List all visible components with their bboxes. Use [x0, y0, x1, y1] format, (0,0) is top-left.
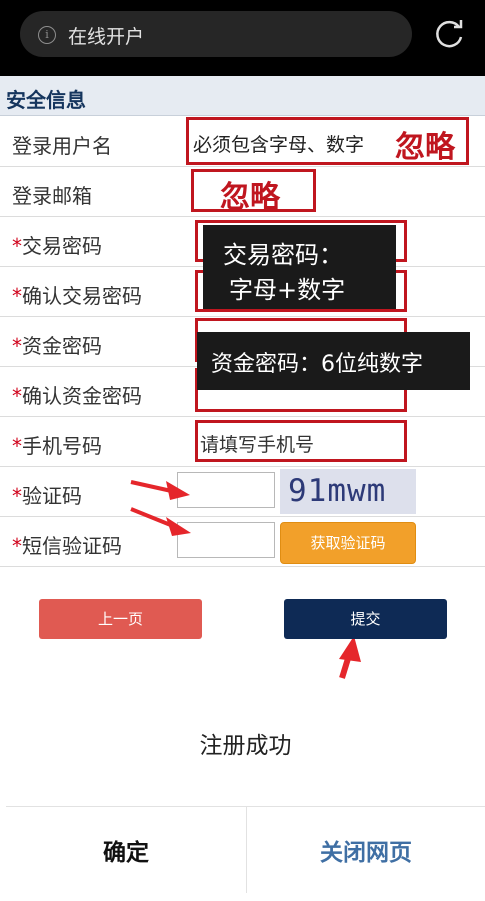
- dialog-close-page-button[interactable]: 关闭网页: [247, 833, 485, 867]
- arrow-to-sms: [130, 507, 191, 536]
- dialog-ok-button[interactable]: 确定: [6, 833, 246, 867]
- success-dialog: 注册成功 确定 关闭网页: [6, 688, 485, 893]
- arrow-to-captcha: [130, 480, 190, 500]
- prev-page-button[interactable]: 上一页: [39, 599, 202, 639]
- arrow-to-submit: [339, 636, 361, 679]
- dialog-message: 注册成功: [199, 733, 292, 759]
- submit-button[interactable]: 提交: [284, 599, 447, 639]
